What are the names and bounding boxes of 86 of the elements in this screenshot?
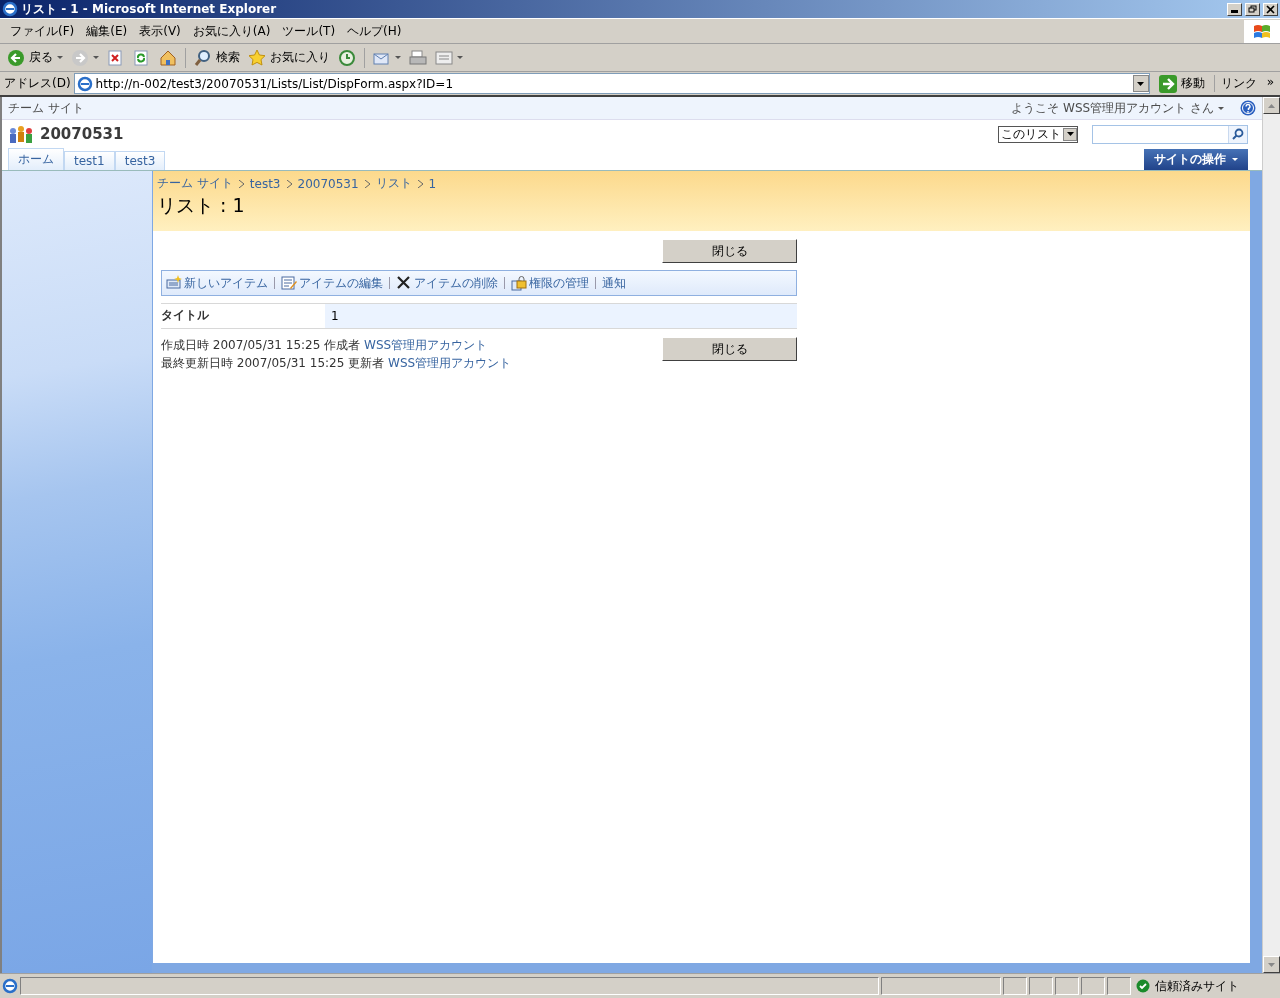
close-button[interactable]: 閉じる (662, 239, 797, 263)
restore-icon (1248, 4, 1257, 14)
scope-dropdown[interactable]: このリスト (998, 125, 1078, 143)
address-label: アドレス(D) (4, 75, 71, 92)
arrow-icon (1158, 74, 1177, 93)
back-button[interactable]: 戻る (4, 46, 66, 69)
stop-icon (107, 48, 125, 67)
caret-icon (57, 56, 63, 59)
new-item-icon (166, 275, 182, 291)
caret-icon (93, 56, 99, 59)
page-icon (76, 75, 93, 92)
chevron-button[interactable]: » (1266, 75, 1274, 92)
menu-item[interactable]: ファイル(F) (4, 20, 81, 42)
links-button[interactable]: リンク (1220, 75, 1257, 92)
nav-tab[interactable]: test1 (64, 151, 115, 170)
ie-logo-icon (2, 1, 18, 17)
menu-item[interactable]: 表示(V) (133, 20, 187, 42)
search-icon[interactable] (1232, 128, 1244, 140)
close-icon (1266, 4, 1275, 14)
refresh-icon (133, 48, 151, 67)
welcome-menu[interactable]: ようこそ WSS管理用アカウント さん (1011, 99, 1224, 117)
close-button[interactable] (1263, 2, 1278, 16)
action-link[interactable]: 新しいアイテム (166, 274, 268, 292)
menu-item[interactable]: 編集(E) (80, 20, 134, 42)
search-field[interactable] (1092, 124, 1248, 144)
caret-icon (457, 56, 463, 59)
page-title: リスト : 1 (157, 193, 246, 218)
action-link[interactable]: アイテムの削除 (396, 274, 498, 292)
chevron-icon (238, 179, 244, 188)
address-bar[interactable]: http://n-002/test3/20070531/Lists/List/DispForm.aspx?ID=1 (73, 73, 1150, 94)
clock-icon (338, 48, 356, 67)
breadcrumb-link[interactable]: 1 (428, 176, 437, 191)
user-link[interactable]: WSS管理用アカウント (388, 356, 512, 370)
arrow-icon (1268, 962, 1275, 967)
dropdown-button[interactable] (1132, 75, 1149, 92)
close-button[interactable]: 閉じる (662, 337, 797, 361)
minimize-icon (1231, 10, 1238, 13)
timestamp-text: 作成日時 2007/05/31 15:25 作成者 (161, 338, 361, 352)
field-label: タイトル (161, 307, 210, 324)
caret-icon (1232, 158, 1238, 161)
security-zone: 信頼済みサイト (1133, 977, 1278, 995)
site-link[interactable]: チーム サイト (8, 99, 84, 117)
star-icon (248, 48, 266, 67)
help-icon[interactable] (1240, 100, 1256, 116)
window-title: リスト - 1 - Microsoft Internet Explorer (21, 0, 278, 18)
menu-item[interactable]: ツール(T) (276, 20, 342, 42)
restore-button[interactable] (1245, 2, 1260, 16)
document-icon (435, 48, 453, 67)
user-link[interactable]: WSS管理用アカウント (364, 338, 488, 352)
house-icon (159, 48, 177, 67)
caret-icon (1218, 106, 1224, 110)
people-icon (8, 124, 34, 144)
search-button[interactable]: 検索 (191, 46, 243, 69)
site-actions-menu[interactable]: サイトの操作 (1144, 149, 1248, 170)
lock-icon (511, 275, 527, 291)
site-title[interactable]: 20070531 (40, 125, 124, 143)
x-icon (396, 275, 412, 291)
menu-item[interactable]: ヘルプ(H) (341, 20, 408, 42)
edit-document-icon (281, 275, 297, 291)
timestamp-text: 最終更新日時 2007/05/31 15:25 更新者 (161, 356, 385, 370)
minimize-button[interactable] (1227, 2, 1242, 16)
arrow-icon (1268, 103, 1275, 108)
field-value: 1 (325, 304, 797, 328)
breadcrumb-link[interactable]: test3 (249, 176, 281, 191)
action-link[interactable]: 権限の管理 (511, 274, 589, 292)
search-icon (194, 48, 212, 67)
chevron-icon (286, 179, 292, 188)
caret-icon (395, 56, 401, 59)
flag-icon (1253, 23, 1271, 39)
printer-icon (409, 48, 427, 67)
menu-item[interactable]: お気に入り(A) (186, 20, 277, 42)
action-link[interactable]: 通知 (602, 274, 626, 292)
chevron-icon (364, 179, 370, 188)
caret-icon (1137, 81, 1145, 86)
favorites-button[interactable]: お気に入り (245, 46, 333, 69)
action-link[interactable]: アイテムの編集 (281, 274, 383, 292)
nav-tab[interactable]: test3 (114, 151, 166, 170)
nav-tab[interactable]: ホーム (8, 148, 64, 170)
breadcrumb-link[interactable]: チーム サイト (157, 175, 233, 192)
go-button[interactable]: 移動 (1152, 74, 1211, 93)
breadcrumb-link[interactable]: リスト (375, 175, 412, 192)
chevron-icon (417, 179, 423, 188)
breadcrumb-link[interactable]: 20070531 (297, 176, 359, 191)
checkmark-icon (1136, 979, 1150, 993)
page-icon (2, 978, 18, 994)
caret-icon (1066, 132, 1074, 136)
